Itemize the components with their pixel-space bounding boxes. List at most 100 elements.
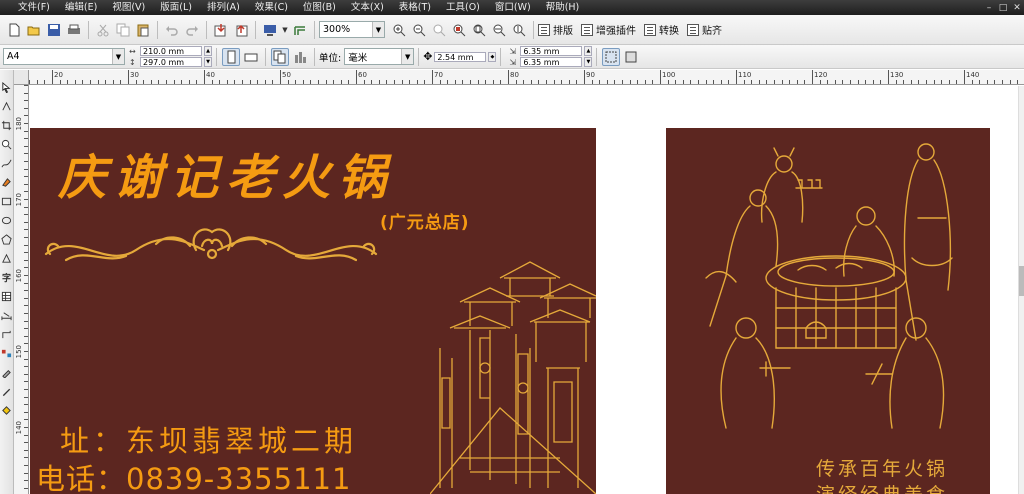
zoom-selected-icon[interactable] xyxy=(430,21,448,39)
zoom-out-icon[interactable] xyxy=(410,21,428,39)
plugin-snap-button[interactable]: 贴齐 xyxy=(687,22,722,37)
zoom-in-icon[interactable] xyxy=(390,21,408,39)
page-width-field[interactable]: 210.0 mm xyxy=(140,46,202,56)
open-folder-icon[interactable] xyxy=(25,21,43,39)
width-spinner[interactable]: ▲ xyxy=(204,46,212,56)
horizontal-ruler[interactable]: 20 30 40 50 60 70 80 90 100 110 120 130 140 xyxy=(14,70,1024,85)
scrollbar-thumb[interactable] xyxy=(1019,266,1024,296)
slogan-line-2[interactable]: 演绎经典美食 xyxy=(816,480,948,494)
menu-layout[interactable]: 版面(L) xyxy=(151,0,198,15)
menu-tools[interactable]: 工具(O) xyxy=(437,0,486,15)
welcome-screen-icon[interactable] xyxy=(291,21,309,39)
zoom-page-width-icon[interactable] xyxy=(490,21,508,39)
menu-text[interactable]: 文本(X) xyxy=(342,0,390,15)
current-page-icon[interactable] xyxy=(291,48,309,66)
vertical-scrollbar[interactable] xyxy=(1018,86,1024,494)
plugin-convert-button[interactable]: 转换 xyxy=(644,22,679,37)
text-tool-icon[interactable]: 字 xyxy=(1,270,13,285)
all-pages-icon[interactable] xyxy=(271,47,289,66)
chevron-down-icon[interactable]: ▼ xyxy=(112,49,124,64)
nudge-spinner[interactable]: ◆ xyxy=(488,51,497,62)
plugin-enhanced-button[interactable]: 增强插件 xyxy=(581,22,636,37)
menu-table[interactable]: 表格(T) xyxy=(390,0,437,15)
ruler-label: 30 xyxy=(130,71,139,79)
shape-tool-icon[interactable] xyxy=(1,99,13,114)
copy-icon[interactable] xyxy=(114,21,132,39)
zoom-all-objects-icon[interactable] xyxy=(450,21,468,39)
ruler-tick xyxy=(24,145,28,147)
page-size-combo[interactable]: A4 ▼ xyxy=(3,48,125,65)
duplicate-x-field[interactable]: 6.35 mm xyxy=(520,46,583,56)
new-document-icon[interactable] xyxy=(5,21,23,39)
menu-file[interactable]: 文件(F) xyxy=(0,0,56,15)
duplicate-y-spinner[interactable]: ▼ xyxy=(584,57,593,67)
nudge-distance-field[interactable]: 2.54 mm xyxy=(434,51,487,62)
zoom-tool-icon[interactable] xyxy=(1,137,13,152)
slogan-line-1[interactable]: 传承百年火锅 xyxy=(816,454,948,481)
shop-branch[interactable]: (广元总店) xyxy=(380,208,470,233)
cut-icon[interactable] xyxy=(94,21,112,39)
fill-tool-icon[interactable] xyxy=(1,403,13,418)
freehand-tool-icon[interactable] xyxy=(1,156,13,171)
dimension-tool-icon[interactable] xyxy=(1,308,13,323)
close-button[interactable]: ✕ xyxy=(1010,3,1024,13)
table-tool-icon[interactable] xyxy=(1,289,13,304)
ornament-divider[interactable] xyxy=(36,220,386,272)
duplicate-y-field[interactable]: 6.35 mm xyxy=(520,57,583,67)
shop-title[interactable]: 庆谢记老火锅 xyxy=(58,138,394,208)
separator xyxy=(206,20,207,39)
chevron-down-icon[interactable]: ▼ xyxy=(281,21,289,39)
menu-edit[interactable]: 编辑(E) xyxy=(56,0,103,15)
business-card-front[interactable]: 庆谢记老火锅 (广元总店) 址：东坝翡翠城二期 电话：0839-3355111 xyxy=(30,128,596,494)
eyedropper-tool-icon[interactable] xyxy=(1,365,13,380)
height-spinner[interactable]: ▼ xyxy=(204,57,212,67)
menu-arrange[interactable]: 排列(A) xyxy=(198,0,246,15)
crop-tool-icon[interactable] xyxy=(1,118,13,133)
ruler-origin[interactable] xyxy=(14,70,29,85)
menu-help[interactable]: 帮助(H) xyxy=(537,0,586,15)
chevron-down-icon[interactable]: ▼ xyxy=(401,49,414,64)
paste-icon[interactable] xyxy=(134,21,152,39)
duplicate-x-spinner[interactable]: ▲ xyxy=(584,46,593,56)
drawing-canvas[interactable]: 庆谢记老火锅 (广元总店) 址：东坝翡翠城二期 电话：0839-3355111 … xyxy=(30,86,1024,494)
blend-tool-icon[interactable] xyxy=(1,346,13,361)
rectangle-tool-icon[interactable] xyxy=(1,194,13,209)
shop-address[interactable]: 址：东坝翡翠城二期 xyxy=(60,418,357,460)
redo-icon[interactable] xyxy=(183,21,201,39)
maximize-button[interactable]: □ xyxy=(996,3,1010,13)
smart-fill-tool-icon[interactable] xyxy=(1,175,13,190)
vertical-ruler[interactable]: 180 170 160 150 140 xyxy=(14,85,29,494)
menu-effects[interactable]: 效果(C) xyxy=(246,0,294,15)
treat-as-filled-icon[interactable] xyxy=(622,48,640,66)
export-icon[interactable] xyxy=(232,21,250,39)
plugin-typesetting-button[interactable]: 排版 xyxy=(538,22,573,37)
portrait-icon[interactable] xyxy=(222,47,240,66)
outline-tool-icon[interactable] xyxy=(1,384,13,399)
street-line-art[interactable] xyxy=(430,258,596,494)
business-card-back[interactable]: 传承百年火锅 演绎经典美食 xyxy=(666,128,990,494)
save-icon[interactable] xyxy=(45,21,63,39)
application-launcher-icon[interactable] xyxy=(261,21,279,39)
minimize-button[interactable]: – xyxy=(982,3,996,13)
undo-icon[interactable] xyxy=(163,21,181,39)
ellipse-tool-icon[interactable] xyxy=(1,213,13,228)
connector-tool-icon[interactable] xyxy=(1,327,13,342)
print-icon[interactable] xyxy=(65,21,83,39)
basic-shapes-tool-icon[interactable] xyxy=(1,251,13,266)
menu-bitmaps[interactable]: 位图(B) xyxy=(294,0,342,15)
zoom-page-height-icon[interactable] xyxy=(510,21,528,39)
units-icon[interactable] xyxy=(602,47,621,66)
hotpot-diners-line-art[interactable] xyxy=(686,138,986,438)
page-height-field[interactable]: 297.0 mm xyxy=(140,57,202,67)
menu-window[interactable]: 窗口(W) xyxy=(486,0,537,15)
shop-phone[interactable]: 电话：0839-3355111 xyxy=(36,456,351,494)
chevron-down-icon[interactable]: ▼ xyxy=(372,22,384,37)
polygon-tool-icon[interactable] xyxy=(1,232,13,247)
landscape-icon[interactable] xyxy=(242,48,260,66)
zoom-page-icon[interactable] xyxy=(470,21,488,39)
menu-view[interactable]: 视图(V) xyxy=(103,0,151,15)
import-icon[interactable] xyxy=(212,21,230,39)
unit-combo[interactable]: 毫米 ▼ xyxy=(344,48,415,65)
zoom-level-combo[interactable]: 300% ▼ xyxy=(319,21,385,38)
pick-tool-icon[interactable] xyxy=(1,80,13,95)
